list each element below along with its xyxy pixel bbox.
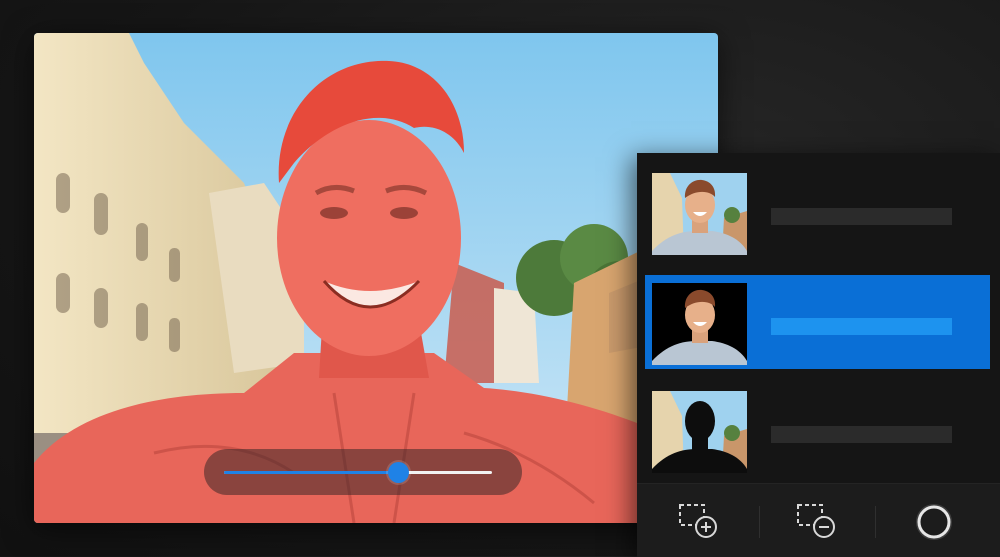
add-selection-button[interactable] — [677, 502, 721, 542]
slider-handle[interactable] — [388, 462, 410, 483]
layer-toolbar — [637, 483, 1000, 557]
layer-thumbnail — [652, 173, 747, 255]
slider-track[interactable] — [224, 462, 492, 483]
layer-name[interactable] — [771, 426, 952, 443]
slider-fill — [224, 471, 399, 474]
layer-item-background[interactable] — [645, 383, 990, 477]
layer-item-person[interactable] — [645, 275, 990, 369]
opacity-slider[interactable] — [204, 449, 522, 495]
toolbar-divider — [875, 506, 876, 538]
brush-button[interactable] — [912, 502, 956, 542]
circle-brush-icon — [916, 504, 952, 540]
layer-item-original[interactable] — [645, 165, 990, 259]
layer-thumbnail — [652, 283, 747, 365]
layer-name[interactable] — [771, 318, 952, 335]
toolbar-divider — [759, 506, 760, 538]
layer-name[interactable] — [771, 208, 952, 225]
subtract-selection-button[interactable] — [795, 502, 839, 542]
subtract-selection-icon — [797, 504, 835, 538]
layer-thumbnail — [652, 391, 747, 473]
add-selection-icon — [679, 504, 717, 538]
photo-canvas[interactable] — [34, 33, 718, 523]
layers-panel — [637, 153, 1000, 557]
